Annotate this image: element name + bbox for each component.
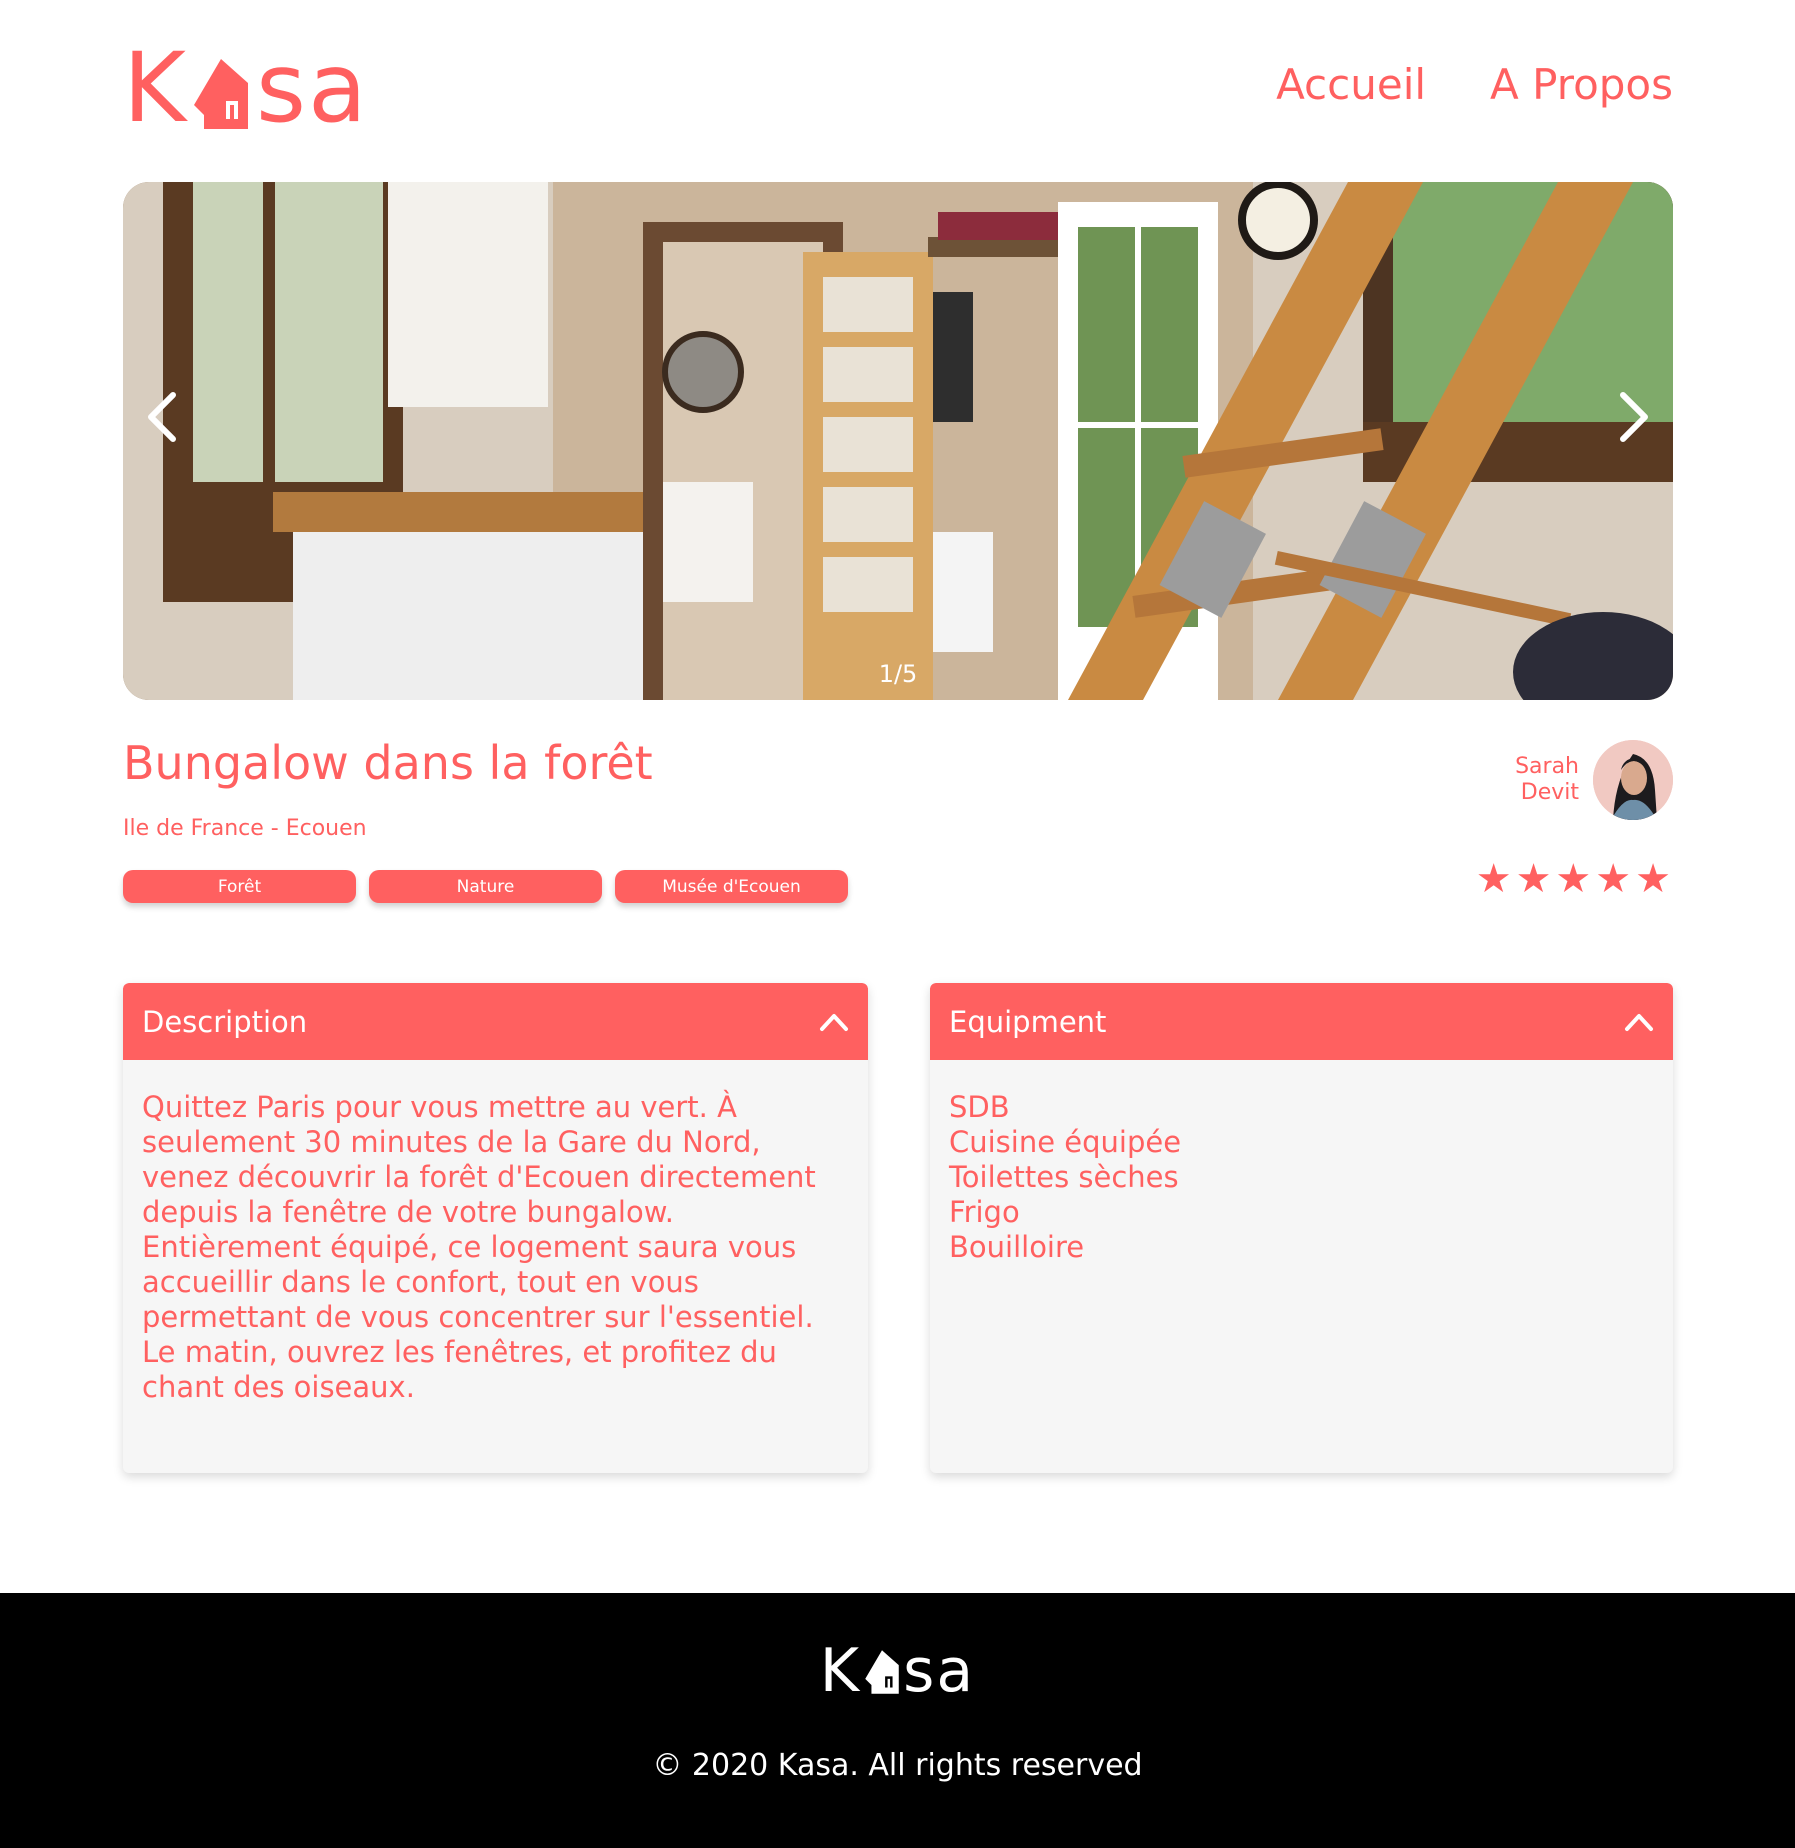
host-first-name: Sarah — [1515, 754, 1579, 779]
chevron-up-icon — [820, 1013, 848, 1031]
house-icon — [192, 56, 250, 130]
host-last-name: Devit — [1520, 780, 1579, 805]
equipment-list: SDB Cuisine équipée Toilettes sèches Fri… — [930, 1060, 1673, 1265]
star-icon: ★ — [1595, 856, 1632, 902]
footer-logo: Ksa — [0, 1641, 1795, 1701]
tag-item: Nature — [369, 870, 602, 903]
description-body: Quittez Paris pour vous mettre au vert. … — [123, 1060, 868, 1405]
equipment-toggle[interactable]: Equipment — [930, 983, 1673, 1060]
house-icon — [864, 1645, 900, 1694]
description-collapse: Description Quittez Paris pour vous mett… — [123, 983, 868, 1473]
footer-logo-letter-k: K — [819, 1636, 862, 1706]
description-text: Quittez Paris pour vous mettre au vert. … — [142, 1090, 816, 1404]
equipment-item: Bouilloire — [949, 1230, 1085, 1264]
carousel-counter: 1/5 — [878, 660, 918, 688]
equipment-item: SDB — [949, 1090, 1010, 1124]
nav-link-a-propos[interactable]: A Propos — [1490, 60, 1673, 109]
logo-letters-sa: sa — [255, 32, 369, 144]
equipment-collapse: Equipment SDB Cuisine équipée Toilettes … — [930, 983, 1673, 1473]
equipment-item: Cuisine équipée — [949, 1125, 1182, 1159]
tag-item: Forêt — [123, 870, 356, 903]
carousel-prev-button[interactable] — [133, 382, 193, 452]
image-carousel: 1/5 — [123, 182, 1673, 700]
listing-title: Bungalow dans la forêt — [123, 736, 653, 790]
footer: Ksa © 2020 Kasa. All rights reserved — [0, 1593, 1795, 1848]
star-icon: ★ — [1555, 856, 1592, 902]
copyright-text: © 2020 Kasa. All rights reserved — [652, 1748, 1143, 1783]
header: K sa Accueil A Propos — [123, 32, 1673, 144]
host-name: Sarah Devit — [1515, 754, 1579, 806]
nav-link-accueil[interactable]: Accueil — [1276, 60, 1426, 109]
star-icon: ★ — [1635, 856, 1671, 902]
carousel-next-button[interactable] — [1603, 382, 1663, 452]
chevron-right-icon — [1620, 392, 1648, 442]
host-info: Sarah Devit — [1515, 740, 1673, 820]
equipment-item: Frigo — [949, 1195, 1020, 1229]
description-title: Description — [142, 1004, 308, 1039]
star-icon: ★ — [1475, 856, 1512, 902]
listing-location: Ile de France - Ecouen — [123, 816, 367, 841]
equipment-item: Toilettes sèches — [949, 1160, 1179, 1194]
description-toggle[interactable]: Description — [123, 983, 868, 1060]
chevron-left-icon — [148, 392, 176, 442]
logo-letter-k: K — [123, 32, 188, 144]
star-icon: ★ — [1515, 856, 1552, 902]
chevron-up-icon — [1625, 1013, 1653, 1031]
listing-photo — [123, 182, 1673, 700]
tag-item: Musée d'Ecouen — [615, 870, 848, 903]
footer-logo-letters-sa: sa — [903, 1636, 976, 1706]
main-nav: Accueil A Propos — [1276, 60, 1673, 109]
rating-stars: ★ ★ ★ ★ ★ — [1476, 856, 1671, 902]
kasa-logo[interactable]: K sa — [123, 32, 369, 144]
host-avatar — [1593, 740, 1673, 820]
equipment-title: Equipment — [949, 1004, 1107, 1039]
tag-list: Forêt Nature Musée d'Ecouen — [123, 870, 848, 903]
